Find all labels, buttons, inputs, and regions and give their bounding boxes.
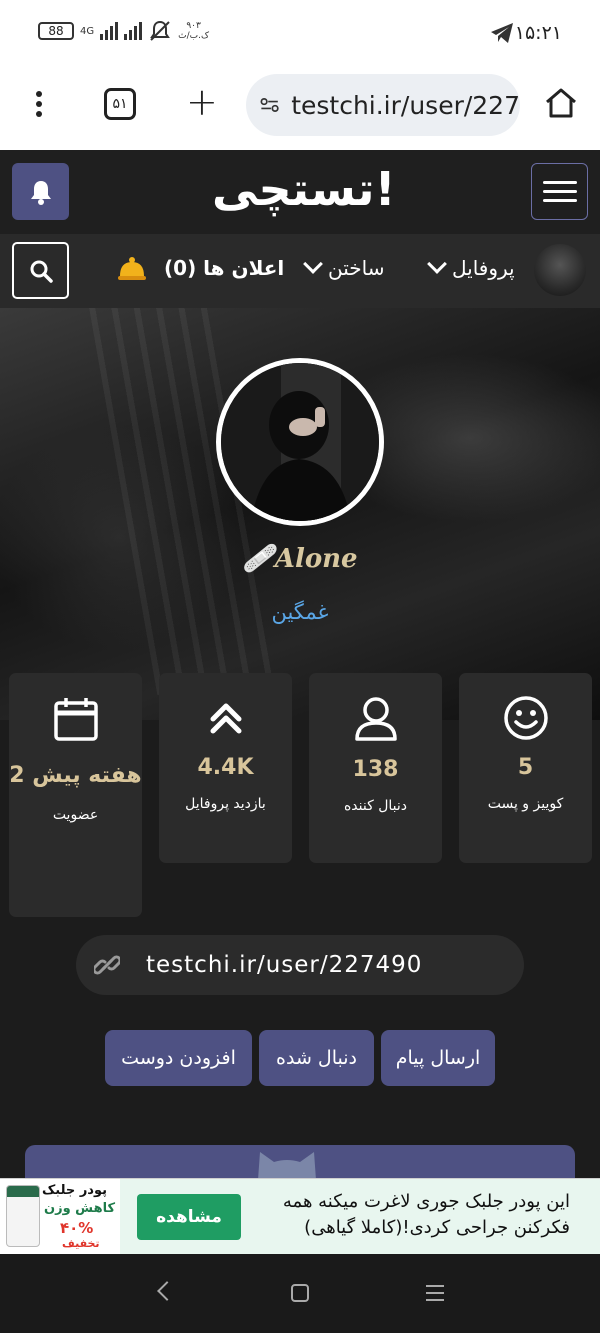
ad-image[interactable]: پودر جلبک کاهش وزن ۴۰% تخفیف <box>0 1179 120 1255</box>
profile-status[interactable]: غمگین <box>0 600 600 624</box>
add-friend-button[interactable]: افزودن دوست <box>105 1030 252 1086</box>
nav-profile-label: پروفایل <box>452 256 515 280</box>
cat-icon <box>258 1152 316 1180</box>
signal-icon <box>100 22 119 40</box>
battery-icon: 88 <box>38 22 74 40</box>
notification-button[interactable] <box>12 163 69 220</box>
stat-value: 2 هفته پیش <box>9 763 142 788</box>
link-icon <box>94 955 120 975</box>
site-settings-icon[interactable] <box>260 94 279 116</box>
stat-label: بازدید پروفایل <box>185 796 266 812</box>
username-text: Alone <box>274 544 358 574</box>
stat-card-views[interactable]: 4.4K بازدید پروفایل <box>159 673 292 863</box>
avatar-photo <box>221 363 379 521</box>
stat-label: دنبال کننده <box>343 798 408 814</box>
recents-icon[interactable] <box>426 1285 444 1306</box>
nav-notifications-label: اعلان ها (0) <box>164 256 285 280</box>
double-chevron-up-icon <box>210 703 241 734</box>
home-icon[interactable] <box>544 86 578 120</box>
service-bell-icon[interactable] <box>116 254 148 282</box>
signal-2-icon <box>124 22 143 40</box>
clock: ۱۵:۲۱ <box>514 22 562 44</box>
stat-label: عضویت <box>52 807 99 823</box>
user-icon <box>354 697 397 741</box>
bell-muted-icon <box>150 20 170 41</box>
chevron-down-icon <box>427 254 447 274</box>
followed-button[interactable]: دنبال شده <box>259 1030 374 1086</box>
nav-profile[interactable]: پروفایل <box>427 254 515 280</box>
home-square-icon[interactable] <box>291 1284 309 1302</box>
ad-banner[interactable]: پودر جلبک کاهش وزن ۴۰% تخفیف مشاهده این … <box>0 1178 600 1255</box>
new-tab-icon[interactable]: + <box>186 80 218 124</box>
chevron-down-icon <box>303 254 323 274</box>
ad-discount-label: تخفیف <box>62 1237 100 1250</box>
hamburger-menu-icon[interactable] <box>531 163 588 220</box>
stat-card-quizzes[interactable]: 5 کوییز و پست <box>459 673 592 863</box>
address-bar[interactable]: testchi.ir/user/227 <box>246 74 520 136</box>
search-button[interactable] <box>12 242 69 299</box>
nav-bar: اعلان ها (0) ساختن پروفایل <box>0 234 600 308</box>
stat-value: 5 <box>517 755 534 780</box>
stat-value: 4.4K <box>197 755 254 780</box>
ad-image-title: پودر جلبک <box>42 1183 108 1198</box>
system-nav-bar <box>0 1254 600 1333</box>
nav-notifications[interactable]: اعلان ها (0) <box>164 256 284 280</box>
nav-build-label: ساختن <box>328 256 385 280</box>
site-header: تستچی! <box>0 150 600 234</box>
profile-username: 🩹Alone <box>0 544 600 574</box>
stat-value: 138 <box>352 757 399 782</box>
ad-view-button[interactable]: مشاهده <box>137 1194 241 1240</box>
stat-card-membership[interactable]: 2 هفته پیش عضویت <box>9 673 142 917</box>
search-icon <box>30 260 53 283</box>
ad-discount: ۴۰% <box>60 1219 94 1237</box>
telegram-icon <box>491 23 513 43</box>
smiley-icon <box>503 696 548 740</box>
send-message-button[interactable]: ارسال پیام <box>381 1030 495 1086</box>
browser-toolbar: ۵۱ + testchi.ir/user/227 <box>0 66 600 150</box>
stat-card-followers[interactable]: 138 دنبال کننده <box>309 673 442 863</box>
bandage-icon: 🩹 <box>242 544 275 574</box>
bell-icon <box>30 180 51 205</box>
browser-menu-icon[interactable] <box>28 88 50 124</box>
ad-text[interactable]: این پودر جلبک جوری لاغرت میکنه همه فکرکن… <box>254 1189 570 1241</box>
net-speed: ۹۰۳ ک.ب/ث <box>178 21 210 41</box>
profile-link-box[interactable]: testchi.ir/user/227490 <box>76 935 524 995</box>
profile-hero: 🩹Alone غمگین <box>0 308 600 720</box>
status-bar: 88 4G ۹۰۳ ک.ب/ث ۱۵:۲۱ <box>0 0 600 66</box>
tabs-button[interactable]: ۵۱ <box>104 88 136 120</box>
status-left: 88 4G ۹۰۳ ک.ب/ث <box>38 20 209 42</box>
product-jar-icon <box>6 1185 40 1247</box>
url-text: testchi.ir/user/227 <box>291 90 520 120</box>
profile-avatar[interactable] <box>216 358 384 526</box>
nav-build[interactable]: ساختن <box>303 254 385 280</box>
profile-link-text: testchi.ir/user/227490 <box>146 952 423 978</box>
nav-avatar[interactable] <box>534 244 586 296</box>
calendar-icon <box>53 698 98 741</box>
ad-image-subtitle: کاهش وزن <box>44 1201 116 1216</box>
site-logo[interactable]: تستچی! <box>212 162 397 216</box>
stat-label: کوییز و پست <box>487 796 564 812</box>
network-type: 4G <box>80 25 95 37</box>
back-icon[interactable] <box>157 1281 177 1301</box>
